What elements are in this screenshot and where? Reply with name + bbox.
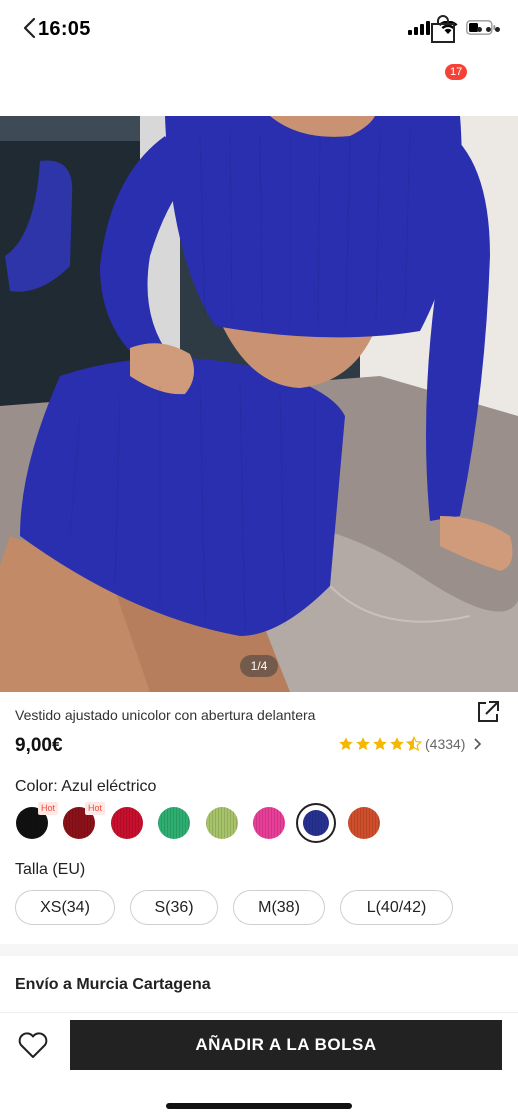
shipping-destination[interactable]: Envío a Murcia Cartagena [15, 976, 211, 994]
nav-bar [0, 60, 518, 116]
color-swatch-sage[interactable] [206, 807, 238, 839]
color-swatch-rust[interactable] [348, 807, 380, 839]
back-button[interactable] [14, 12, 46, 44]
swatch-fill [206, 807, 238, 839]
rating-stars [338, 736, 422, 752]
product-photo [0, 116, 518, 692]
bag-count-badge: 17 [445, 64, 468, 80]
size-option-xs[interactable]: XS(34) [15, 890, 115, 925]
section-divider [0, 944, 518, 956]
shopping-bag-icon [431, 15, 455, 43]
rating-count: (4334) [425, 736, 466, 752]
color-label: Color: Azul eléctrico [15, 778, 157, 795]
swatch-fill [111, 807, 143, 839]
wishlist-button[interactable] [16, 1028, 50, 1062]
size-option-m[interactable]: M(38) [233, 890, 325, 925]
color-swatch-pink[interactable] [253, 807, 285, 839]
size-label: Talla (EU) [15, 861, 86, 878]
share-icon [478, 701, 499, 722]
star-full-icon [356, 737, 370, 750]
star-half-icon [406, 736, 422, 752]
add-to-bag-button[interactable]: AÑADIR A LA BOLSA [70, 1020, 502, 1070]
rating-summary[interactable]: (4334) [338, 736, 482, 752]
size-option-s[interactable]: S(36) [130, 890, 218, 925]
star-full-icon [390, 737, 404, 750]
home-indicator [166, 1103, 352, 1109]
hot-tag: Hot [38, 802, 59, 815]
chevron-right-icon [474, 738, 482, 750]
star-full-icon [339, 737, 353, 750]
chevron-left-icon [23, 17, 36, 39]
image-counter: 1/4 [240, 655, 278, 677]
share-button[interactable] [474, 698, 502, 726]
more-dots-icon [476, 26, 482, 32]
swatch-fill [303, 810, 329, 836]
product-price: 9,00€ [15, 735, 63, 756]
swatch-fill [253, 807, 285, 839]
size-option-l[interactable]: L(40/42) [340, 890, 453, 925]
star-full-icon [373, 737, 387, 750]
swatch-fill [158, 807, 190, 839]
color-swatch-electric-blue[interactable] [296, 803, 336, 843]
product-image[interactable] [0, 116, 518, 692]
hot-tag: Hot [85, 802, 106, 815]
color-swatch-green[interactable] [158, 807, 190, 839]
swatch-fill [348, 807, 380, 839]
heart-icon [18, 1032, 48, 1058]
more-options-button[interactable] [470, 18, 506, 40]
shopping-bag-button[interactable] [426, 12, 460, 46]
product-title: Vestido ajustado unicolor con abertura d… [15, 707, 316, 723]
color-swatch-red[interactable] [111, 807, 143, 839]
